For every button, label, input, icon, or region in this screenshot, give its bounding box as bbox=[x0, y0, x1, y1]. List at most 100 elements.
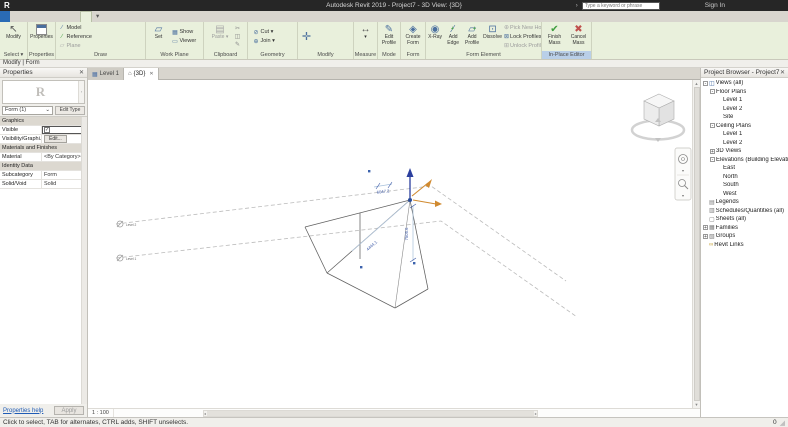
property-row[interactable]: Subcategory Form bbox=[0, 171, 82, 180]
view-tab[interactable]: ▦ Level 1 bbox=[88, 68, 124, 80]
vertical-scroll-thumb[interactable] bbox=[694, 87, 700, 401]
tree-expander-icon[interactable]: + bbox=[703, 225, 708, 230]
apply-button[interactable]: Apply bbox=[54, 406, 84, 415]
preview-expander-icon[interactable]: › bbox=[78, 81, 84, 103]
property-row[interactable]: Visibility/Graphi... Edit... bbox=[0, 135, 82, 144]
panel-label-select[interactable]: Select ▾ bbox=[0, 51, 27, 59]
horizontal-scroll-thumb[interactable] bbox=[207, 411, 534, 416]
ribbon-tab[interactable] bbox=[80, 11, 92, 22]
tree-expander-icon[interactable]: - bbox=[710, 89, 715, 94]
node-point-3[interactable] bbox=[413, 262, 415, 264]
draw-tool[interactable] bbox=[119, 37, 127, 46]
add-profile-button[interactable]: ▱ Add Profile bbox=[463, 23, 481, 50]
selected-vertex[interactable] bbox=[408, 198, 412, 202]
tree-item[interactable]: Level 1 bbox=[701, 96, 788, 105]
tree-expander-icon[interactable]: - bbox=[703, 81, 708, 86]
tree-item[interactable]: + ▦ Families bbox=[701, 224, 788, 233]
sign-in-button[interactable]: Sign In bbox=[705, 2, 725, 9]
modify-tool[interactable] bbox=[322, 37, 331, 46]
gizmo-z-arrow-icon[interactable] bbox=[407, 168, 414, 177]
copy-to-clipboard-icon[interactable]: ◫ bbox=[233, 33, 242, 40]
plane-button[interactable]: ▱ Plane bbox=[59, 42, 93, 50]
type-selector[interactable]: Form (1) ⌄ bbox=[2, 106, 53, 115]
cut-to-clipboard-icon[interactable]: ✂ bbox=[233, 25, 242, 32]
tree-item[interactable]: ▥ Schedules/Quantities (all) bbox=[701, 207, 788, 216]
panel-label-draw[interactable]: Draw bbox=[56, 51, 145, 59]
panel-label-measure[interactable]: Measure bbox=[354, 51, 377, 59]
modify-tool[interactable] bbox=[322, 28, 331, 37]
tree-item[interactable]: + 3D Views bbox=[701, 147, 788, 156]
dimension-vertical[interactable]: 7505.6 bbox=[404, 227, 409, 240]
pick-new-host-button[interactable]: ⊕ Pick New Host bbox=[504, 24, 540, 32]
tree-item[interactable]: East bbox=[701, 164, 788, 173]
tree-expander-icon[interactable]: + bbox=[710, 149, 715, 154]
scroll-left-icon[interactable]: ◂ bbox=[204, 411, 206, 416]
close-browser-icon[interactable]: ✕ bbox=[780, 69, 785, 76]
properties-toggle-button[interactable]: Properties bbox=[31, 23, 53, 50]
node-point-1[interactable] bbox=[368, 170, 370, 172]
modify-tool[interactable] bbox=[340, 28, 349, 37]
cancel-mass-button[interactable]: ✖ Cancel Mass bbox=[568, 23, 590, 50]
tree-item[interactable]: - Elevations (Building Elevation) bbox=[701, 156, 788, 165]
panel-label-clipboard[interactable]: Clipboard bbox=[204, 51, 247, 59]
ribbon-tab[interactable] bbox=[0, 11, 10, 22]
panel-label-work-plane[interactable]: Work Plane bbox=[146, 51, 203, 59]
draw-tool[interactable] bbox=[119, 28, 127, 37]
tree-item[interactable]: Site bbox=[701, 113, 788, 122]
ribbon-tab[interactable] bbox=[60, 11, 70, 22]
vertical-scrollbar[interactable]: ▲ ▼ bbox=[692, 80, 700, 408]
set-work-plane-button[interactable]: ▱ Set bbox=[148, 23, 170, 50]
panel-label-form-element[interactable]: Form Element bbox=[426, 51, 541, 59]
draw-tool[interactable] bbox=[103, 28, 111, 37]
draw-tool[interactable] bbox=[95, 28, 103, 37]
property-row[interactable]: Visible ✓ bbox=[0, 126, 82, 135]
model-viewport[interactable]: Level 2 Level 1 bbox=[88, 80, 692, 408]
help-search-input[interactable] bbox=[582, 2, 660, 10]
tree-item[interactable]: - Floor Plans bbox=[701, 88, 788, 97]
property-row[interactable]: Material <By Category> bbox=[0, 153, 82, 162]
move-icon[interactable]: ✛ bbox=[302, 30, 311, 43]
dissolve-button[interactable]: ⊡ Dissolve bbox=[483, 23, 502, 50]
modify-button[interactable]: ↖ Modify bbox=[3, 23, 25, 50]
tree-item[interactable]: ▤ Legends bbox=[701, 198, 788, 207]
level-2-plane-line[interactable] bbox=[116, 186, 566, 281]
visible-checkbox[interactable]: ✓ bbox=[44, 127, 50, 133]
modify-tool[interactable] bbox=[313, 37, 322, 46]
panel-label-properties[interactable]: Properties bbox=[28, 51, 55, 59]
add-edge-button[interactable]: ∕ Add Edge bbox=[445, 23, 461, 50]
type-preview[interactable]: R › bbox=[2, 80, 85, 104]
tree-item[interactable]: - ◫ Views (all) bbox=[701, 79, 788, 88]
draw-tool[interactable] bbox=[127, 37, 135, 46]
join-geometry-button[interactable]: ⊕ Join ▾ bbox=[253, 37, 293, 45]
tree-item[interactable]: Level 1 bbox=[701, 130, 788, 139]
dimension-diagonal[interactable]: 4444.1 bbox=[365, 239, 378, 252]
property-row[interactable]: Graphics bbox=[0, 117, 82, 126]
tree-expander-icon[interactable]: + bbox=[703, 234, 708, 239]
draw-tool[interactable] bbox=[103, 37, 111, 46]
modify-tool[interactable] bbox=[331, 37, 340, 46]
dimension-top[interactable]: 6047.2 bbox=[376, 188, 390, 195]
scroll-down-icon[interactable]: ▼ bbox=[695, 402, 699, 407]
search-collapse-icon[interactable]: › bbox=[576, 3, 578, 9]
close-properties-icon[interactable]: ✕ bbox=[79, 69, 84, 76]
ribbon-tab[interactable] bbox=[70, 11, 80, 22]
draw-tool[interactable] bbox=[127, 28, 135, 37]
tree-item[interactable]: Level 2 bbox=[701, 105, 788, 114]
ribbon-tab[interactable] bbox=[30, 11, 40, 22]
modify-tool[interactable] bbox=[313, 28, 322, 37]
unlock-profiles-button[interactable]: ⊞ Unlock Profiles bbox=[504, 42, 540, 50]
ribbon-tab[interactable] bbox=[20, 11, 30, 22]
tree-item[interactable]: ∞ Revit Links bbox=[701, 241, 788, 250]
tab-flyout-icon[interactable]: ▾ bbox=[92, 11, 103, 22]
mass-form-wireframe[interactable] bbox=[305, 200, 428, 308]
draw-tool[interactable] bbox=[95, 37, 103, 46]
property-row[interactable]: Identity Data bbox=[0, 162, 82, 171]
tree-expander-icon[interactable]: - bbox=[710, 157, 715, 162]
level-1-plane-line[interactable] bbox=[116, 221, 577, 317]
create-form-button[interactable]: ◈ Create Form bbox=[402, 23, 424, 50]
draw-tool[interactable] bbox=[135, 28, 143, 37]
draw-tool[interactable] bbox=[111, 28, 119, 37]
modify-tool[interactable] bbox=[331, 28, 340, 37]
tree-item[interactable]: West bbox=[701, 190, 788, 199]
tree-item[interactable]: ▢ Sheets (all) bbox=[701, 215, 788, 224]
